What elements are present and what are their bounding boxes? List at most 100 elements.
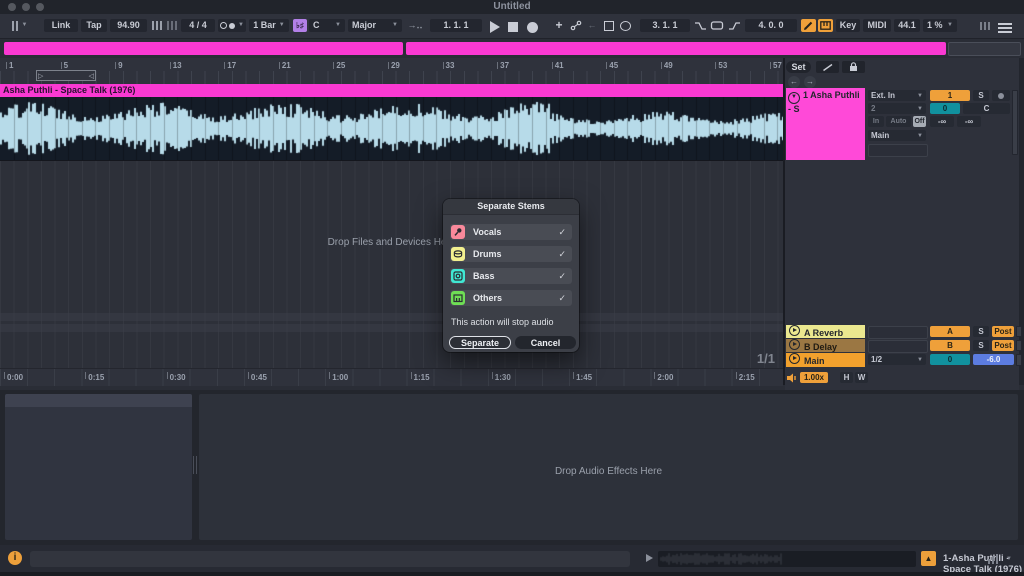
peak-level-field[interactable]: -∞ bbox=[957, 116, 981, 127]
panel-grip-icon[interactable] bbox=[193, 456, 197, 474]
overview-clip-region[interactable] bbox=[406, 42, 946, 55]
zoom-width-button[interactable]: W bbox=[855, 372, 868, 383]
loop-switch-icon[interactable] bbox=[618, 19, 633, 32]
preview-play-icon[interactable] bbox=[789, 353, 800, 364]
tempo-field[interactable]: 94.90 bbox=[110, 19, 147, 32]
preview-play-button[interactable] bbox=[646, 554, 653, 562]
arrangement-grid[interactable]: Drop Files and Devices Here 1/1 bbox=[0, 161, 783, 368]
pan-center-button[interactable]: C bbox=[963, 103, 1010, 114]
monitor-auto-button[interactable]: Auto bbox=[886, 116, 911, 127]
info-icon[interactable]: i bbox=[8, 551, 22, 565]
prev-locator-icon[interactable]: ← bbox=[788, 76, 800, 88]
preview-play-icon[interactable] bbox=[789, 325, 800, 336]
return-lane-a[interactable] bbox=[0, 313, 783, 321]
metronome-icon[interactable] bbox=[150, 19, 163, 32]
link-button[interactable]: Link bbox=[44, 19, 78, 32]
follow-icon[interactable]: →‥ bbox=[406, 19, 424, 32]
stem-row-bass[interactable]: Bass ✓ bbox=[450, 268, 572, 284]
overview-empty-region[interactable] bbox=[948, 42, 1021, 56]
arrangement-position-field[interactable]: 1. 1. 1 bbox=[430, 19, 482, 32]
return-b-solo[interactable]: S bbox=[973, 340, 989, 351]
check-icon[interactable]: ✓ bbox=[558, 271, 566, 282]
time-signature-field[interactable]: 4 / 4 bbox=[181, 19, 215, 32]
output-menu[interactable]: Main▼ bbox=[868, 130, 926, 141]
main-grid-menu[interactable]: 1/2▼ bbox=[868, 354, 926, 365]
return-b-activator[interactable]: B bbox=[930, 340, 970, 351]
input-channel-menu[interactable]: 2▼ bbox=[868, 103, 926, 114]
preview-play-icon[interactable] bbox=[789, 339, 800, 350]
nudge-down-icon[interactable] bbox=[220, 22, 227, 29]
input-type-menu[interactable]: Ext. In▼ bbox=[868, 90, 926, 101]
check-icon[interactable]: ✓ bbox=[558, 249, 566, 260]
volume-field[interactable]: -∞ bbox=[930, 116, 954, 127]
clip-title-bar[interactable]: Asha Puthli - Space Talk (1976) bbox=[0, 84, 783, 97]
sample-preview-box[interactable] bbox=[658, 551, 916, 567]
scale-mode-icon[interactable]: ♭♯ bbox=[293, 19, 307, 32]
output-channel-box[interactable] bbox=[868, 144, 928, 157]
reenable-automation-icon[interactable]: ← bbox=[585, 19, 599, 32]
loop-brace[interactable]: ▷◁ bbox=[36, 70, 96, 81]
next-locator-icon[interactable]: → bbox=[804, 76, 816, 88]
beat-time-ruler[interactable]: 159131721252933374145495357 ▷◁ bbox=[0, 58, 783, 84]
nudge-up-icon[interactable] bbox=[229, 23, 235, 29]
arm-record-icon[interactable] bbox=[992, 90, 1010, 101]
fold-track-icon[interactable]: ▼ bbox=[788, 92, 800, 104]
key-map-button[interactable]: Key bbox=[836, 19, 860, 32]
punch-position-field[interactable]: 3. 1. 1 bbox=[640, 19, 690, 32]
scale-name-menu[interactable]: Major▼ bbox=[348, 19, 402, 32]
overview-loop-region[interactable] bbox=[4, 42, 403, 55]
main-pan-knob[interactable]: 0 bbox=[930, 354, 970, 365]
main-volume-field[interactable]: -6.0 bbox=[973, 354, 1014, 365]
return-a-solo[interactable]: S bbox=[973, 326, 989, 337]
pan-knob[interactable]: 0 bbox=[930, 103, 960, 114]
cancel-button[interactable]: Cancel bbox=[515, 336, 576, 349]
groove-nudge-control[interactable]: ▼ bbox=[218, 19, 246, 32]
return-b-pre-post[interactable]: Post bbox=[992, 340, 1014, 351]
computer-midi-keyboard-icon[interactable] bbox=[818, 19, 833, 32]
clip-waveform-region[interactable] bbox=[0, 97, 783, 161]
hamburger-menu-icon[interactable] bbox=[998, 21, 1012, 35]
return-b-io-box[interactable] bbox=[868, 340, 928, 353]
stop-button[interactable] bbox=[508, 22, 518, 32]
punch-out-icon[interactable] bbox=[727, 19, 741, 32]
check-icon[interactable]: ✓ bbox=[558, 227, 566, 238]
clip-view-panel[interactable] bbox=[5, 394, 192, 540]
punch-in-icon[interactable] bbox=[693, 19, 707, 32]
return-a-pre-post[interactable]: Post bbox=[992, 326, 1014, 337]
speaker-icon[interactable] bbox=[786, 372, 798, 384]
track-name-block[interactable]: ▼1 Asha Puthli - S bbox=[786, 88, 865, 160]
hot-swap-icon[interactable]: ▲ bbox=[921, 551, 936, 566]
record-button[interactable] bbox=[527, 22, 538, 33]
seconds-time-ruler[interactable]: 0:000:150:300:451:001:151:301:452:002:15 bbox=[0, 368, 783, 386]
track-activator-button[interactable]: 1 bbox=[930, 90, 970, 101]
draw-mode-icon[interactable] bbox=[801, 19, 816, 32]
return-a-name-block[interactable]: A Reverb bbox=[786, 325, 865, 338]
monitor-off-button[interactable]: Off bbox=[913, 116, 926, 127]
stem-row-vocals[interactable]: Vocals ✓ bbox=[450, 224, 572, 240]
set-locator-button[interactable]: Set bbox=[786, 61, 811, 73]
solo-button[interactable]: S bbox=[973, 90, 989, 101]
automation-draw-button[interactable] bbox=[816, 61, 839, 73]
scale-root-menu[interactable]: C▼ bbox=[309, 19, 345, 32]
stem-row-others[interactable]: Others ✓ bbox=[450, 290, 572, 306]
midi-map-button[interactable]: MIDI bbox=[863, 19, 891, 32]
lock-envelopes-icon[interactable] bbox=[842, 61, 865, 73]
automation-arm-icon[interactable] bbox=[568, 19, 583, 32]
quantize-menu[interactable]: 1 Bar▼ bbox=[249, 19, 289, 32]
return-a-activator[interactable]: A bbox=[930, 326, 970, 337]
stem-row-drums[interactable]: Drums ✓ bbox=[450, 246, 572, 262]
play-button[interactable] bbox=[490, 21, 500, 33]
overdub-plus-icon[interactable]: + bbox=[552, 19, 566, 32]
device-chain-panel[interactable]: Drop Audio Effects Here bbox=[199, 394, 1018, 540]
cpu-load-meter[interactable]: 1 %▼ bbox=[923, 19, 957, 32]
return-lane-b[interactable] bbox=[0, 324, 783, 332]
main-track-name-block[interactable]: Main bbox=[786, 353, 865, 367]
capture-midi-icon[interactable] bbox=[601, 19, 616, 32]
return-b-name-block[interactable]: B Delay bbox=[786, 339, 865, 352]
chevron-down-icon[interactable]: ▼ bbox=[1006, 556, 1012, 562]
separate-button[interactable]: Separate bbox=[449, 336, 511, 349]
check-icon[interactable]: ✓ bbox=[558, 293, 566, 304]
tap-tempo-button[interactable]: Tap bbox=[81, 19, 107, 32]
monitor-in-button[interactable]: In bbox=[868, 116, 884, 127]
return-a-io-box[interactable] bbox=[868, 326, 928, 339]
